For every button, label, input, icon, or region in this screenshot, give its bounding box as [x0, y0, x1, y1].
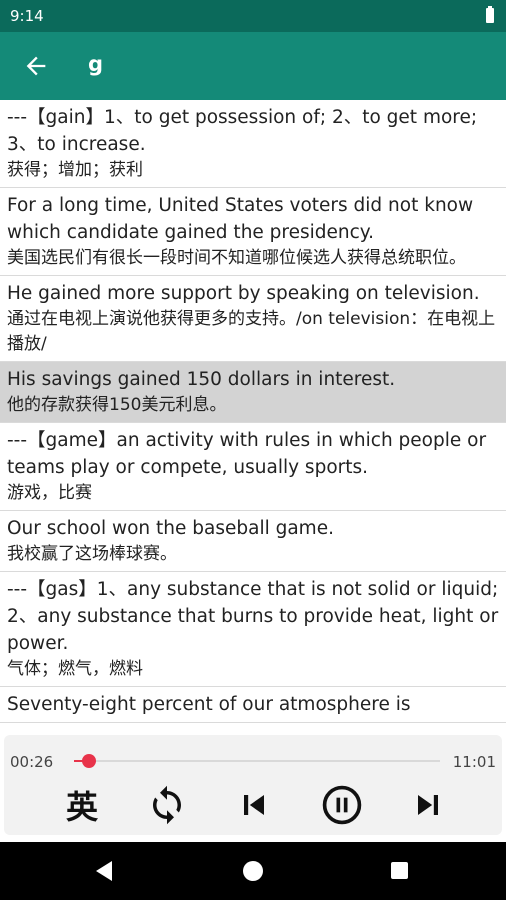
next-button[interactable]	[404, 781, 452, 829]
player-card: 00:26 11:01 英	[4, 735, 502, 835]
battery-icon	[486, 6, 494, 23]
repeat-button[interactable]	[143, 781, 191, 829]
entry-chinese: 他的存款获得150美元利息。	[7, 395, 227, 415]
list-item[interactable]: ---【game】an activity with rules in which…	[0, 423, 506, 511]
list-item[interactable]: ---【gain】1、to get possession of; 2、to ge…	[0, 100, 506, 188]
list-item[interactable]: Seventy-eight percent of our atmosphere …	[0, 687, 506, 723]
nav-recents-icon[interactable]	[391, 862, 408, 879]
entry-english: ---【gain】1、to get possession of; 2、to ge…	[7, 107, 478, 155]
progress-thumb[interactable]	[81, 754, 96, 768]
progress-slider[interactable]	[74, 754, 440, 768]
entry-chinese: 气体；燃气，燃料	[7, 659, 143, 679]
nav-home-icon[interactable]	[243, 861, 263, 881]
repeat-icon	[153, 785, 181, 825]
skip-next-icon	[418, 795, 438, 815]
status-bar: 9:14	[0, 0, 506, 32]
entry-english: Our school won the baseball game.	[7, 518, 334, 539]
entry-english: ---【gas】1、any substance that is not soli…	[7, 579, 499, 654]
entry-english: His savings gained 150 dollars in intere…	[7, 369, 396, 390]
entry-chinese: 获得；增加；获利	[7, 160, 143, 180]
list-item[interactable]: For a long time, United States voters di…	[0, 188, 506, 276]
entry-english: For a long time, United States voters di…	[7, 195, 474, 243]
list-item[interactable]: He gained more support by speaking on te…	[0, 276, 506, 362]
total-time: 11:01	[452, 753, 496, 771]
entry-english: Seventy-eight percent of our atmosphere …	[7, 694, 411, 715]
arrow-left-icon[interactable]	[22, 52, 50, 80]
entry-chinese: 通过在电视上演说他获得更多的支持。/on television：在电视上播放/	[7, 309, 496, 354]
audio-player: 00:26 11:01 英	[0, 735, 506, 842]
player-controls: 英	[4, 781, 502, 829]
language-toggle-button[interactable]: 英	[58, 781, 106, 829]
app-bar: g	[0, 32, 506, 100]
skip-previous-icon	[244, 795, 264, 815]
nav-back-icon[interactable]	[94, 860, 114, 882]
system-nav-bar	[0, 842, 506, 900]
entry-english: ---【game】an activity with rules in which…	[7, 430, 487, 478]
entry-chinese: 我校赢了这场棒球赛。	[7, 544, 177, 564]
entry-chinese: 游戏，比赛	[7, 483, 92, 503]
status-time: 9:14	[10, 7, 44, 25]
entry-list[interactable]: ---【gain】1、to get possession of; 2、to ge…	[0, 100, 506, 735]
list-item-playing[interactable]: His savings gained 150 dollars in intere…	[0, 362, 506, 423]
pause-button[interactable]	[318, 781, 366, 829]
list-item[interactable]: ---【gas】1、any substance that is not soli…	[0, 572, 506, 687]
entry-english: He gained more support by speaking on te…	[7, 283, 480, 304]
pause-icon	[322, 785, 362, 825]
previous-button[interactable]	[230, 781, 278, 829]
entry-chinese: 美国选民们有很长一段时间不知道哪位候选人获得总统职位。	[7, 248, 466, 268]
current-time: 00:26	[10, 753, 54, 771]
page-title: g	[88, 52, 104, 76]
list-item[interactable]: Our school won the baseball game. 我校赢了这场…	[0, 511, 506, 572]
